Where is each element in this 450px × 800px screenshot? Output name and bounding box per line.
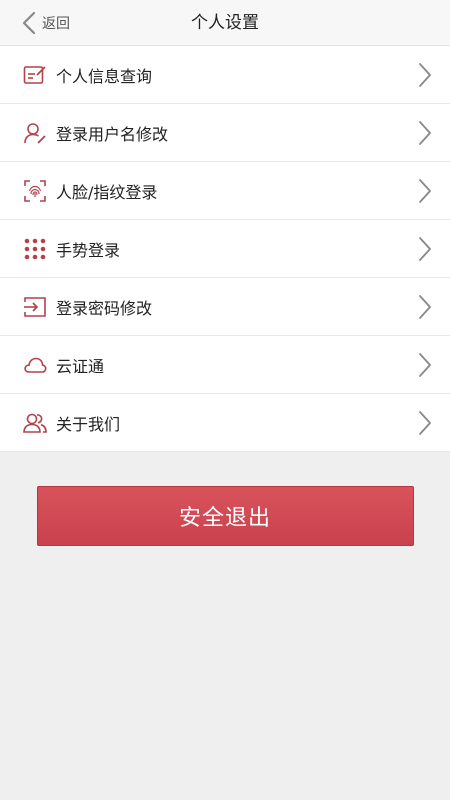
header-bar: 返回 个人设置 (0, 0, 450, 46)
menu-item-about-us[interactable]: 关于我们 (0, 394, 450, 452)
menu-item-password-change[interactable]: 登录密码修改 (0, 278, 450, 336)
user-edit-icon (22, 120, 48, 146)
menu-item-cloud-cert[interactable]: 云证通 (0, 336, 450, 394)
chevron-right-icon (418, 62, 432, 88)
menu-item-profile-info[interactable]: 个人信息查询 (0, 46, 450, 104)
profile-edit-icon (22, 62, 48, 88)
menu-item-label: 人脸/指纹登录 (56, 182, 158, 202)
menu-item-gesture-login[interactable]: 手势登录 (0, 220, 450, 278)
users-icon (22, 410, 48, 436)
gesture-dots-icon (22, 236, 48, 262)
chevron-right-icon (418, 410, 432, 436)
chevron-right-icon (418, 178, 432, 204)
chevron-right-icon (418, 294, 432, 320)
login-arrow-icon (22, 294, 48, 320)
chevron-right-icon (418, 236, 432, 262)
menu-item-label: 个人信息查询 (56, 66, 153, 86)
back-button[interactable]: 返回 (22, 0, 70, 46)
logout-button[interactable]: 安全退出 (36, 486, 414, 546)
logout-container: 安全退出 (0, 486, 450, 546)
chevron-right-icon (418, 352, 432, 378)
menu-item-label: 关于我们 (56, 414, 121, 434)
settings-menu: 个人信息查询 登录用户名修改 人脸/指纹登录 手势登录 登录密码修改 云证通 关… (0, 46, 450, 452)
chevron-right-icon (418, 120, 432, 146)
back-label: 返回 (42, 16, 70, 32)
menu-item-label: 手势登录 (56, 240, 121, 260)
menu-item-username-change[interactable]: 登录用户名修改 (0, 104, 450, 162)
menu-item-label: 登录用户名修改 (56, 124, 169, 144)
fingerprint-icon (22, 178, 48, 204)
cloud-icon (22, 352, 48, 378)
menu-item-face-fingerprint-login[interactable]: 人脸/指纹登录 (0, 162, 450, 220)
menu-item-label: 云证通 (56, 356, 105, 376)
menu-item-label: 登录密码修改 (56, 298, 153, 318)
chevron-left-icon (22, 11, 36, 35)
